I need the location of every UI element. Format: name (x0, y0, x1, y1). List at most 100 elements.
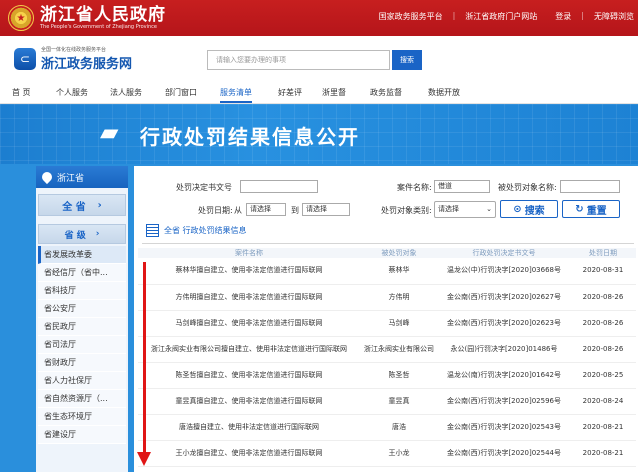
department-item[interactable]: 省财政厅 (38, 354, 126, 372)
table-row[interactable]: 方伟明擅自建立、使用非法定信道进行国际联网 方伟明 金公南(西)行罚决字[202… (138, 284, 636, 311)
province-level-label: 省 级 (64, 230, 86, 241)
table-row[interactable]: 蔡林华擅自建立、使用非法定信道进行国际联网 蔡林华 温龙公(中)行罚决字[202… (138, 258, 636, 285)
site-logo[interactable]: 全国一体化在线政务服务平台 浙江政务服务网 (41, 46, 132, 72)
national-emblem-icon: ★ (8, 5, 34, 31)
department-item[interactable]: 省建设厅 (38, 426, 126, 444)
department-list: 省发展改革委 省经信厅（省中... 省科技厅 省公安厅 省民政厅 省司法厅 省财… (38, 246, 126, 444)
arrow-down-icon (137, 452, 151, 466)
target-cell: 马剑峰 (360, 310, 438, 337)
department-item[interactable]: 省公安厅 (38, 300, 126, 318)
nav-item-legal-person[interactable]: 法人服务 (110, 87, 142, 98)
column-header: 处罚日期 (570, 248, 636, 258)
divider (142, 243, 634, 244)
location-pin-icon (39, 169, 55, 185)
case-name-cell[interactable]: 童昱真擅自建立、使用非法定信道进行国际联网 (138, 388, 360, 415)
date-cell: 2020-08-31 (570, 258, 636, 285)
national-platform-link[interactable]: 国家政务服务平台 (379, 11, 443, 22)
province-level-button[interactable]: 省 级 › (38, 224, 126, 244)
decision-no-cell: 金公南(西)行罚决字[2020]02543号 (438, 414, 570, 441)
page-banner: ▰ 行政处罚结果信息公开 (0, 104, 638, 164)
case-name-cell[interactable]: 王小龙擅自建立、使用非法定信道进行国际联网 (138, 440, 360, 467)
nav-item-supervision[interactable]: 浙里督 (322, 87, 346, 98)
divider: | (581, 11, 584, 20)
zhejiang-service-logo-icon[interactable]: ⊂ (14, 48, 36, 70)
case-name-cell[interactable]: 马剑峰擅自建立、使用非法定信道进行国际联网 (138, 310, 360, 337)
decision-no-cell: 金公南(西)行罚决字[2020]02544号 (438, 440, 570, 467)
department-item[interactable]: 省自然资源厅（... (38, 390, 126, 408)
search-button[interactable]: ⊙ 搜索 (500, 200, 558, 218)
gov-title-en: The People's Government of Zhejiang Prov… (40, 23, 157, 30)
date-to-input[interactable]: 请选择 (302, 203, 350, 216)
decision-no-cell: 金公南(西)行罚决字[2020]02627号 (438, 284, 570, 311)
date-from-input[interactable]: 请选择 (246, 203, 286, 216)
nav-item-personal[interactable]: 个人服务 (56, 87, 88, 98)
nav-item-open-data[interactable]: 数据开放 (428, 87, 460, 98)
department-item[interactable]: 省科技厅 (38, 282, 126, 300)
whole-province-button[interactable]: 全 省 › (38, 194, 126, 216)
target-cell: 陈圣哲 (360, 362, 438, 389)
date-cell: 2020-08-21 (570, 414, 636, 441)
book-icon: ▰ (100, 118, 119, 146)
department-item[interactable]: 省司法厅 (38, 336, 126, 354)
decision-no-cell: 温龙公(中)行罚决字[2020]03668号 (438, 258, 570, 285)
date-cell: 2020-08-21 (570, 440, 636, 467)
date-cell: 2020-08-24 (570, 388, 636, 415)
reset-button[interactable]: ↻ 重置 (562, 200, 620, 218)
table-row[interactable]: 陈圣哲擅自建立、使用非法定信道进行国际联网 陈圣哲 温龙公(南)行罚决字[202… (138, 362, 636, 389)
table-row[interactable]: 童昱真擅自建立、使用非法定信道进行国际联网 童昱真 金公南(西)行罚决字[202… (138, 388, 636, 415)
department-item[interactable]: 省民政厅 (38, 318, 126, 336)
province-header: 浙江省 (36, 166, 128, 188)
table-row[interactable]: 唐浩擅自建立、使用非法定信道进行国际联网 唐浩 金公南(西)行罚决字[2020]… (138, 414, 636, 441)
column-header: 案件名称 (138, 248, 360, 258)
case-name-cell[interactable]: 方伟明擅自建立、使用非法定信道进行国际联网 (138, 284, 360, 311)
search-button-label: 搜索 (524, 205, 545, 217)
department-item[interactable]: 省生态环境厅 (38, 408, 126, 426)
logo-name: 浙江政务服务网 (41, 57, 133, 72)
site-search-button[interactable]: 搜索 (392, 50, 422, 70)
nav-item-gov-supervision[interactable]: 政务监督 (370, 87, 402, 98)
date-to-label: 到 (291, 206, 299, 215)
reset-button-label: 重置 (586, 205, 607, 217)
banner-title: 行政处罚结果信息公开 (140, 125, 360, 149)
results-table: 案件名称 被处罚对象 行政处罚决定书文号 处罚日期 蔡林华擅自建立、使用非法定信… (138, 248, 636, 467)
case-name-cell[interactable]: 唐浩擅自建立、使用非法定信道进行国际联网 (138, 414, 360, 441)
accessibility-link[interactable]: 无障碍浏览 (594, 11, 634, 22)
case-name-cell[interactable]: 蔡林华擅自建立、使用非法定信道进行国际联网 (138, 258, 360, 285)
decision-no-cell: 金公南(西)行罚决字[2020]02623号 (438, 310, 570, 337)
department-item[interactable]: 省经信厅（省中... (38, 264, 126, 282)
target-type-select[interactable]: 请选择 ⌄ (434, 201, 496, 218)
decision-no-input[interactable] (240, 180, 318, 193)
table-header-row: 案件名称 被处罚对象 行政处罚决定书文号 处罚日期 (138, 248, 636, 258)
nav-item-departments[interactable]: 部门窗口 (165, 87, 197, 98)
table-row[interactable]: 王小龙擅自建立、使用非法定信道进行国际联网 王小龙 金公南(西)行罚决字[202… (138, 440, 636, 467)
decision-no-cell: 温龙公(南)行罚决字[2020]01642号 (438, 362, 570, 389)
nav-item-home[interactable]: 首 页 (12, 87, 31, 98)
case-name-input[interactable]: 借道 (434, 180, 490, 193)
table-row[interactable]: 马剑峰擅自建立、使用非法定信道进行国际联网 马剑峰 金公南(西)行罚决字[202… (138, 310, 636, 337)
refresh-icon: ↻ (575, 203, 584, 215)
target-name-input[interactable] (560, 180, 620, 193)
department-item[interactable]: 省发展改革委 (38, 246, 126, 264)
login-link[interactable]: 登录 (555, 11, 571, 22)
date-cell: 2020-08-26 (570, 336, 636, 363)
province-portal-link[interactable]: 浙江省政府门户网站 (465, 11, 537, 22)
target-cell: 唐浩 (360, 414, 438, 441)
province-name: 浙江省 (57, 173, 85, 184)
main-nav: 首 页 个人服务 法人服务 部门窗口 服务清单 好差评 浙里督 政务监督 数据开… (0, 82, 638, 104)
target-cell: 蔡林华 (360, 258, 438, 285)
case-name-cell[interactable]: 陈圣哲擅自建立、使用非法定信道进行国际联网 (138, 362, 360, 389)
date-cell: 2020-08-26 (570, 284, 636, 311)
nav-item-rating[interactable]: 好差评 (278, 87, 302, 98)
chevron-right-icon: › (95, 229, 100, 239)
list-icon (146, 224, 159, 237)
nav-item-service-list[interactable]: 服务清单 (220, 87, 252, 103)
date-cell: 2020-08-25 (570, 362, 636, 389)
decision-no-label: 处罚决定书文号 (176, 183, 232, 192)
site-search-input[interactable]: 请输入您要办理的事项 (207, 50, 390, 70)
gov-title[interactable]: 浙江省人民政府 The People's Government of Zheji… (40, 6, 166, 30)
decision-no-cell: 永公(园)行罚决字[2020]01486号 (438, 336, 570, 363)
case-name-cell[interactable]: 浙江永阀实业有限公司擅自建立、使用非法定信道进行国际联网 (138, 336, 360, 363)
gov-topbar: ★ 浙江省人民政府 The People's Government of Zhe… (0, 0, 638, 36)
table-row[interactable]: 浙江永阀实业有限公司擅自建立、使用非法定信道进行国际联网 浙江永阀实业有限公司 … (138, 336, 636, 363)
department-item[interactable]: 省人力社保厅 (38, 372, 126, 390)
